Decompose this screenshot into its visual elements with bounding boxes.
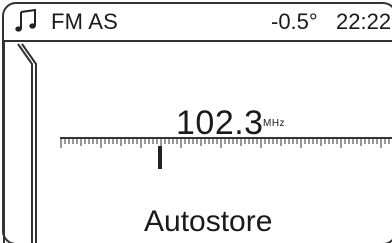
tuning-scale <box>60 137 392 169</box>
status-bar: FM AS -0.5° 22:22 <box>0 0 392 42</box>
scale-ticks <box>60 139 390 148</box>
frequency-unit: MHz <box>263 118 286 129</box>
status-divider <box>4 40 392 42</box>
tuning-needle <box>158 146 162 169</box>
radio-display: FM AS -0.5° 22:22 102.3 MHz Autostore <box>0 0 392 243</box>
autostore-menu-item[interactable]: Autostore <box>144 205 272 239</box>
music-note-icon <box>15 8 36 32</box>
band-label: FM AS <box>51 9 119 34</box>
outside-temperature: -0.5° <box>271 9 318 34</box>
clock: 22:22 <box>336 9 392 34</box>
side-scroll-rail <box>3 42 37 243</box>
